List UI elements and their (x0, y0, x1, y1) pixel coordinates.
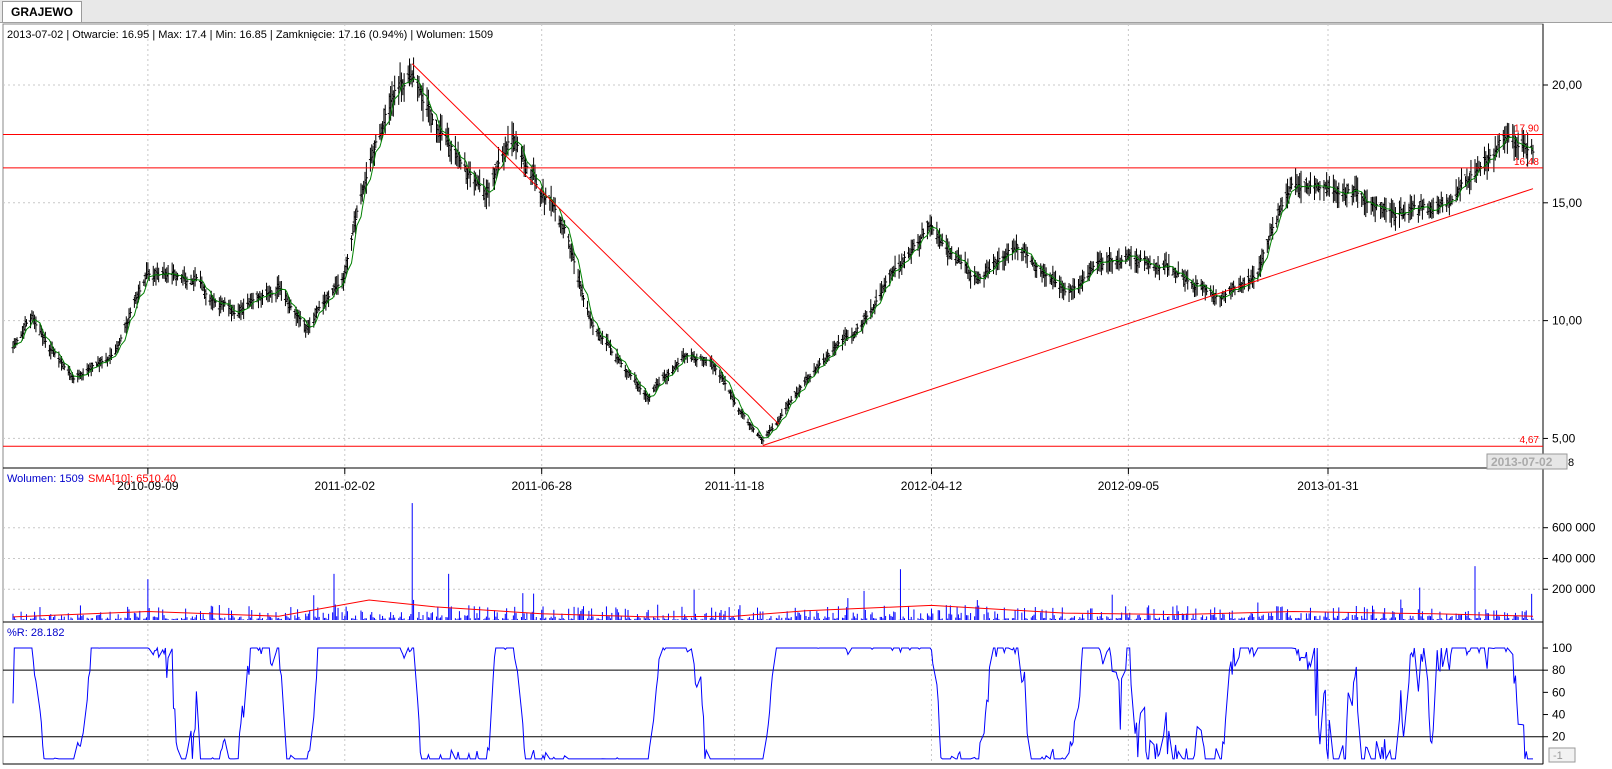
wr-tick-label: 80 (1552, 663, 1566, 677)
date-axis-overflow-digit: 8 (1568, 457, 1574, 469)
moving-average-line (12, 77, 1534, 439)
wr-tick-label: 20 (1552, 730, 1566, 744)
wr-line (12, 646, 1533, 761)
price-tick-label: 15,00 (1552, 196, 1582, 210)
price-candles (11, 57, 1535, 445)
grid (3, 24, 1543, 764)
volume-axis: 200 000 400 000 600 000 (1543, 521, 1596, 596)
wr-path (12, 646, 1533, 761)
wr-tick-label: 60 (1552, 685, 1566, 699)
date-tick-label: 2011-02-02 (315, 479, 376, 493)
price-tick-label: 5,00 (1552, 431, 1576, 445)
tab-bar: GRAJEWO (0, 0, 1612, 23)
date-tick-label: 2012-04-12 (901, 479, 963, 493)
price-tick-label: 10,00 (1552, 314, 1582, 328)
volume-tick-label: 400 000 (1552, 551, 1596, 565)
trend-line (762, 188, 1534, 446)
wr-axis: 20 40 60 80 100 (1543, 641, 1572, 744)
level-label: 16,48 (1514, 157, 1539, 168)
tab-grajewo[interactable]: GRAJEWO (2, 1, 83, 22)
current-date-label: 2013-07-02 (1491, 455, 1553, 469)
trend-lines[interactable] (411, 63, 1534, 446)
trend-line (411, 63, 780, 425)
horizontal-levels[interactable]: 17,90 16,48 4,67 (3, 123, 1543, 447)
wr-tick-label: 40 (1552, 708, 1566, 722)
price-tick-label: 20,00 (1552, 78, 1582, 92)
volume-info: Wolumen: 1509 (7, 473, 84, 485)
volume-tick-label: 600 000 (1552, 521, 1596, 535)
price-axis: 5,00 10,00 15,00 20,00 (1543, 78, 1582, 445)
volume-tick-label: 200 000 (1552, 582, 1596, 596)
chart-frame[interactable]: 17,90 16,48 4,67 5,00 10,00 15,00 20,00 2010-… (0, 22, 1612, 766)
wr-level-lines (3, 669, 1543, 738)
moving-average-path (12, 77, 1534, 439)
wr-tick-label: 100 (1552, 641, 1572, 655)
wr-info: %R: 28.182 (7, 627, 64, 639)
level-label: 17,90 (1514, 123, 1539, 134)
date-tick-label: 2011-06-28 (511, 479, 572, 493)
date-tick-label: 2013-01-31 (1297, 479, 1359, 493)
volume-sma-line (12, 599, 1534, 618)
volume-sma-info: SMA[10]: 6510.40 (88, 473, 176, 485)
level-label: 4,67 (1520, 435, 1540, 446)
price-info: 2013-07-02 | Otwarcie: 16.95 | Max: 17.4… (7, 29, 493, 41)
plot-border (2, 23, 1544, 765)
date-tick-label: 2011-11-18 (705, 479, 765, 493)
volume-bars (12, 503, 1534, 620)
chart-svg[interactable]: 17,9016,484,67 5,0010,0015,0020,00 2010-… (0, 22, 1612, 766)
date-tick-label: 2012-09-05 (1098, 479, 1160, 493)
date-axis: 2010-09-09 2011-02-02 2011-06-28 2011-11-18… (117, 468, 1359, 493)
volume-sma-path (12, 599, 1534, 618)
wr-current-value: -1 (1553, 750, 1563, 762)
